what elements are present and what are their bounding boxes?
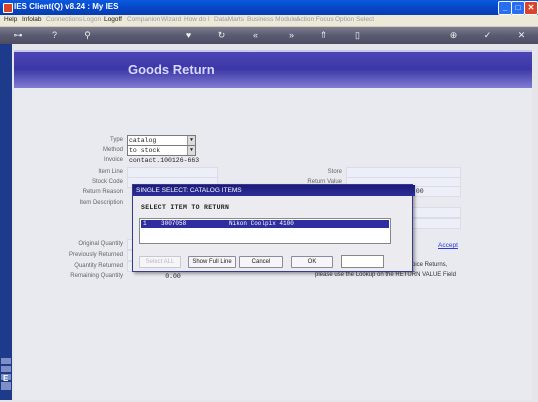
page-header: Goods Return bbox=[14, 50, 532, 90]
menu-logoff[interactable]: Logoff bbox=[104, 16, 122, 23]
store-label: Store bbox=[327, 169, 342, 175]
type-select-value: catalog bbox=[129, 137, 157, 144]
heart-icon[interactable]: ♥ bbox=[183, 30, 194, 41]
chevron-down-icon[interactable]: ▼ bbox=[187, 136, 195, 145]
type-label: Type bbox=[109, 137, 123, 143]
invoice-label: Invoice bbox=[103, 157, 123, 163]
app-icon bbox=[3, 3, 13, 13]
previously-returned-label: Previously Returned bbox=[68, 252, 123, 258]
right-field-2[interactable] bbox=[410, 207, 461, 218]
help-icon[interactable]: ? bbox=[49, 30, 60, 41]
menu-datamarts[interactable]: DataMarts bbox=[214, 16, 244, 23]
search-icon[interactable]: ⚲ bbox=[82, 30, 93, 41]
invoice-field[interactable]: contact.100126-663 bbox=[127, 155, 218, 166]
cancel-button[interactable]: Cancel bbox=[239, 256, 283, 268]
menu-connections[interactable]: Connections bbox=[46, 16, 82, 23]
quantity-returned-label: Quantity Returned bbox=[74, 263, 123, 269]
document-icon[interactable]: ▯ bbox=[352, 30, 363, 41]
item-description-label: Item Description bbox=[79, 200, 123, 206]
item-code: 3007058 bbox=[161, 220, 187, 227]
maximize-button[interactable]: □ bbox=[511, 1, 525, 15]
dialog-heading: SELECT ITEM TO RETURN bbox=[141, 204, 230, 211]
page-title: Goods Return bbox=[128, 62, 215, 77]
return-note-line2: please use the Lookup on the RETURN VALU… bbox=[315, 272, 456, 278]
menu-infolab[interactable]: Infolab bbox=[22, 16, 42, 23]
menu-option-select[interactable]: Option Select bbox=[335, 16, 374, 23]
return-value-amount: .00 bbox=[410, 186, 461, 197]
item-description: Nikon Coolpix 4100 bbox=[229, 220, 294, 227]
menu-action-focus[interactable]: Action Focus bbox=[296, 16, 334, 23]
original-quantity-label: Original Quantity bbox=[78, 241, 123, 247]
fast-forward-icon[interactable]: » bbox=[286, 30, 297, 41]
plus-circle-icon[interactable]: ⊕ bbox=[448, 30, 459, 41]
upload-icon[interactable]: ⇑ bbox=[318, 30, 329, 41]
key-icon[interactable]: ⊶ bbox=[8, 30, 28, 41]
window-title: IES Client(Q) v8.24 : My IES bbox=[14, 2, 119, 11]
remaining-quantity-field: 0.00 bbox=[165, 273, 181, 280]
sidebar-marker bbox=[1, 366, 11, 372]
close-window-button[interactable]: ✕ bbox=[524, 1, 538, 15]
return-note-line1: oice Returns, bbox=[412, 262, 448, 268]
minimize-button[interactable]: _ bbox=[498, 1, 512, 15]
return-reason-label: Return Reason bbox=[82, 189, 123, 195]
remaining-quantity-label: Remaining Quantity bbox=[70, 273, 123, 279]
refresh-icon[interactable]: ↻ bbox=[216, 30, 227, 41]
menu-logon[interactable]: Logon bbox=[83, 16, 101, 23]
method-select-value: to stock bbox=[129, 147, 161, 154]
chevron-down-icon[interactable]: ▼ bbox=[187, 146, 195, 155]
menu-help[interactable]: Help bbox=[4, 16, 17, 23]
left-sidebar: E bbox=[0, 44, 12, 400]
menu-business-modules[interactable]: Business Modules bbox=[247, 16, 300, 23]
sidebar-e-icon[interactable]: E bbox=[3, 374, 9, 384]
sidebar-marker bbox=[1, 358, 11, 364]
menu-bar: Help Infolab Connections Logon Logoff Co… bbox=[0, 15, 538, 27]
check-circle-icon[interactable]: ✓ bbox=[482, 30, 493, 41]
dialog-input-box[interactable] bbox=[341, 255, 384, 268]
ok-button[interactable]: OK bbox=[291, 256, 333, 268]
menu-companion[interactable]: Companion bbox=[127, 16, 160, 23]
right-field-3[interactable] bbox=[410, 218, 461, 229]
item-number: 1 bbox=[143, 220, 147, 227]
accept-link[interactable]: Accept bbox=[438, 242, 458, 249]
menu-how-do-i[interactable]: How do I bbox=[184, 16, 210, 23]
item-line-label: Item Line bbox=[98, 169, 123, 175]
dialog-title: SINGLE SELECT: CATALOG ITEMS bbox=[133, 185, 415, 196]
show-full-line-button[interactable]: Show Full Line bbox=[188, 256, 236, 268]
menu-wizard[interactable]: Wizard bbox=[161, 16, 181, 23]
method-label: Method bbox=[102, 147, 123, 153]
catalog-item-list[interactable]: 1 3007058 Nikon Coolpix 4100 bbox=[139, 218, 391, 244]
stock-code-label: Stock Code bbox=[91, 179, 123, 185]
list-item[interactable]: 1 3007058 Nikon Coolpix 4100 bbox=[141, 220, 389, 228]
catalog-select-dialog: SINGLE SELECT: CATALOG ITEMS SELECT ITEM… bbox=[132, 184, 415, 272]
title-bar: IES Client(Q) v8.24 : My IES _ □ ✕ bbox=[0, 0, 538, 15]
select-all-button[interactable]: Select ALL bbox=[139, 256, 181, 268]
rewind-icon[interactable]: « bbox=[250, 30, 261, 41]
toolbar: ⊶ ? ⚲ ♥ ↻ « » ⇑ ▯ ⊕ ✓ ✕ bbox=[0, 27, 538, 44]
close-icon[interactable]: ✕ bbox=[516, 30, 527, 41]
